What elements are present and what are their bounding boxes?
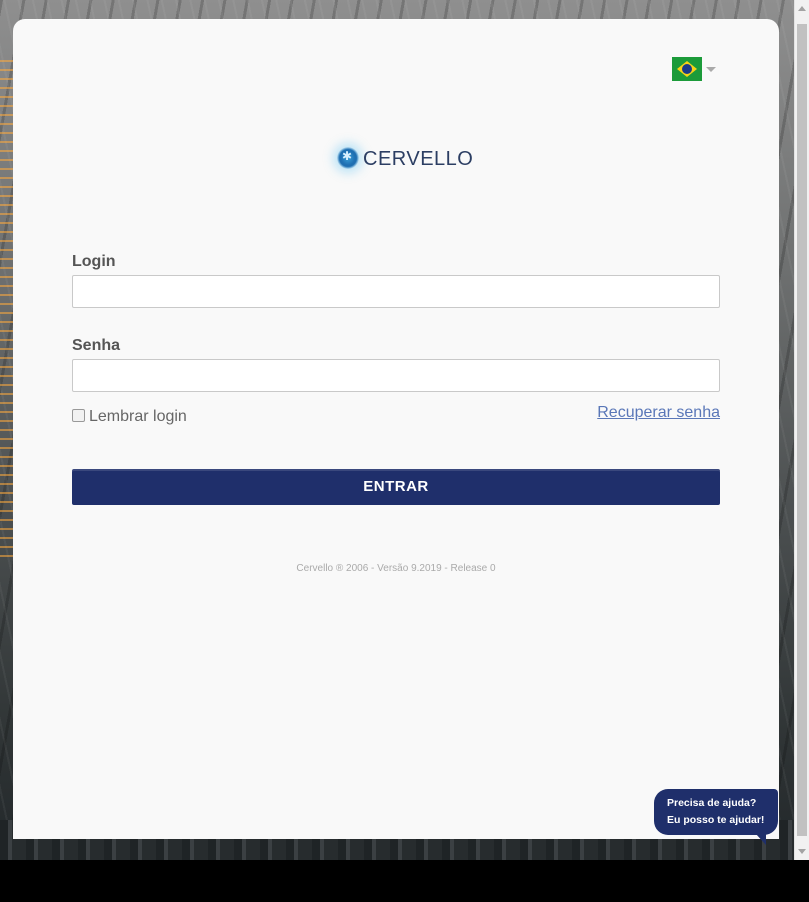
remember-login-checkbox[interactable] [72, 409, 85, 422]
recover-password-link[interactable]: Recuperar senha [597, 404, 720, 422]
background-lights [0, 60, 14, 560]
remember-login-label: Lembrar login [89, 408, 187, 425]
language-selector[interactable] [672, 57, 718, 81]
help-line-1: Precisa de ajuda? [667, 797, 757, 809]
scroll-up-arrow-icon[interactable] [798, 6, 806, 11]
submit-button[interactable]: ENTRAR [72, 469, 720, 505]
bottom-black-bar [0, 860, 809, 902]
scroll-down-arrow-icon[interactable] [798, 849, 806, 854]
help-chat-bubble[interactable]: Precisa de ajuda? Eu posso te ajudar! [654, 789, 778, 845]
scrollbar-thumb[interactable] [797, 24, 807, 836]
brand-name: CERVELLO [363, 148, 474, 170]
login-label: Login [72, 253, 116, 270]
password-input[interactable] [72, 359, 720, 392]
cervello-logo-icon [337, 147, 359, 169]
password-label: Senha [72, 337, 121, 354]
login-input[interactable] [72, 275, 720, 308]
login-card: CERVELLO Login Senha Lembrar login Recup… [13, 19, 779, 839]
version-footer: Cervello ® 2006 - Versão 9.2019 - Releas… [296, 563, 496, 574]
page-scrollbar[interactable] [794, 0, 809, 860]
help-line-2: Eu posso te ajudar! [667, 814, 765, 826]
chevron-down-icon [706, 67, 716, 72]
flag-brazil-icon [672, 57, 702, 81]
brand-logo: CERVELLO [333, 143, 473, 175]
